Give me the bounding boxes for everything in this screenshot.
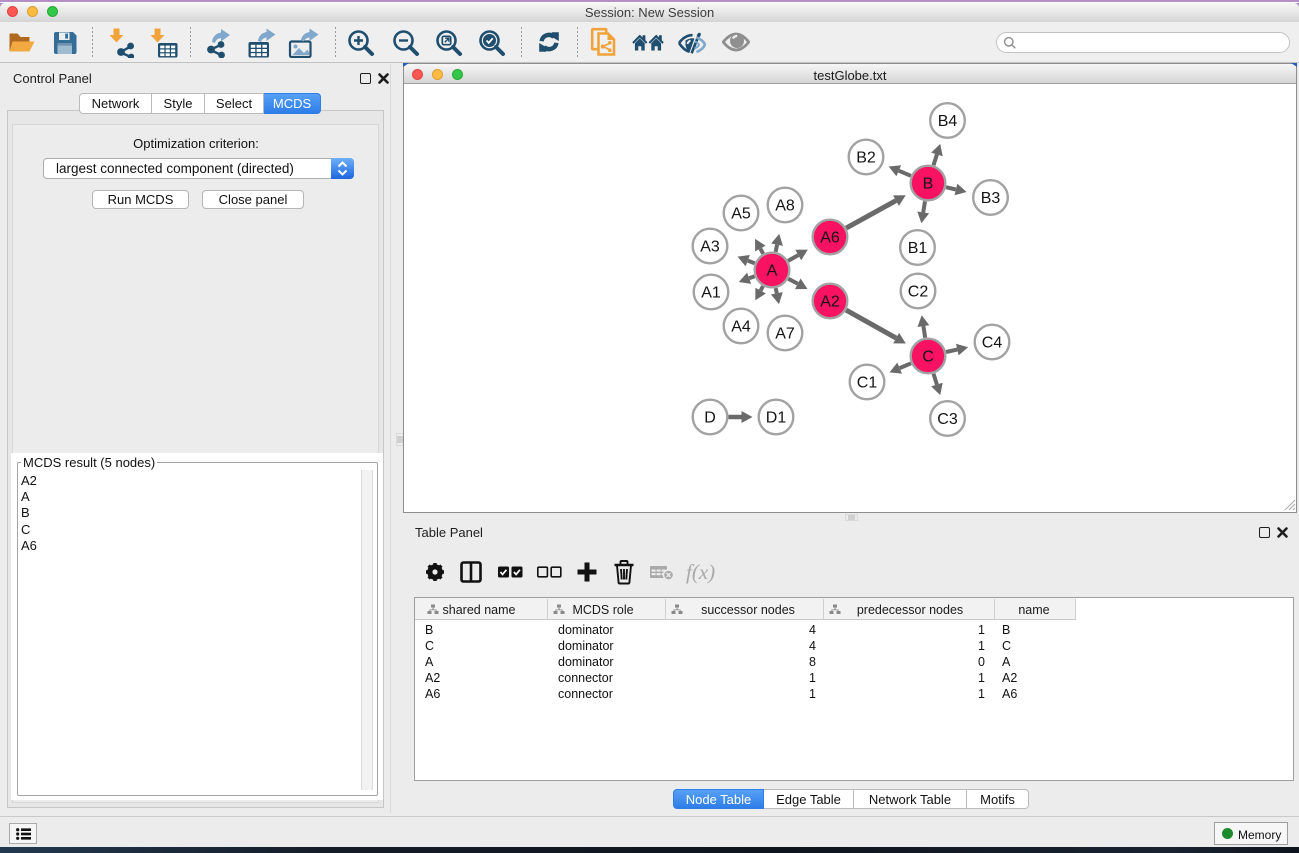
svg-text:B2: B2 <box>856 149 876 166</box>
svg-text:A2: A2 <box>820 293 840 310</box>
svg-text:D1: D1 <box>766 409 787 426</box>
svg-text:A3: A3 <box>700 238 720 255</box>
svg-text:C4: C4 <box>982 334 1003 351</box>
svg-text:C2: C2 <box>908 283 929 300</box>
svg-text:C: C <box>922 348 934 365</box>
svg-text:A8: A8 <box>775 197 795 214</box>
svg-text:B1: B1 <box>908 240 928 257</box>
svg-text:A5: A5 <box>731 205 751 222</box>
svg-text:A1: A1 <box>701 284 721 301</box>
svg-text:D: D <box>704 409 716 426</box>
svg-text:A4: A4 <box>731 318 751 335</box>
svg-text:A: A <box>767 262 778 279</box>
svg-text:C1: C1 <box>857 374 878 391</box>
svg-text:B3: B3 <box>981 190 1001 207</box>
svg-text:C3: C3 <box>937 411 958 428</box>
svg-text:B: B <box>923 175 934 192</box>
svg-text:B4: B4 <box>938 113 958 130</box>
svg-text:A6: A6 <box>820 229 840 246</box>
svg-text:A7: A7 <box>775 325 795 342</box>
